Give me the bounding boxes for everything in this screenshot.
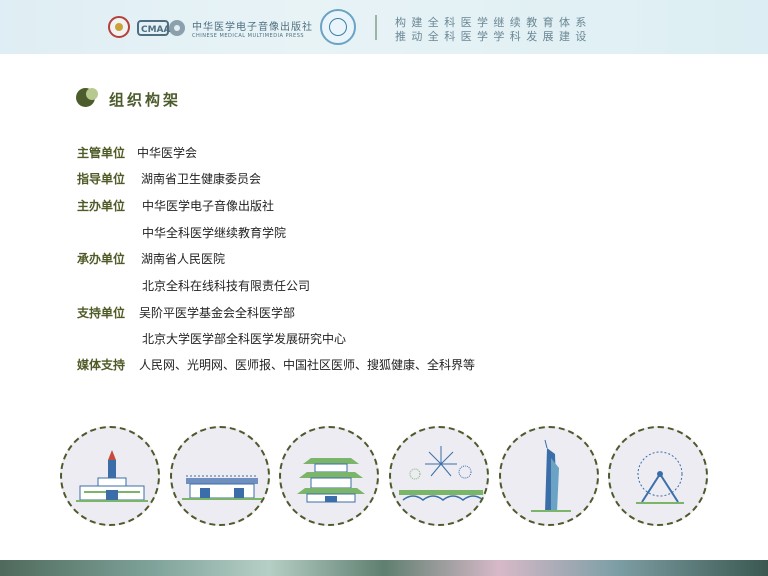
- title-dot-accent-icon: [86, 88, 98, 100]
- station-building-icon: [170, 426, 270, 526]
- header-banner: CMAA 中华医学电子音像出版社 CHINESE MEDICAL MULTIME…: [0, 0, 768, 54]
- college-seal-icon: [320, 9, 356, 45]
- org-row-host: 主办单位 中华医学电子音像出版社: [77, 197, 274, 214]
- org-row-supervisor: 主管单位 中华医学会: [77, 144, 197, 161]
- pavilion-icon: [279, 426, 379, 526]
- org-value-host-2: 中华全科医学继续教育学院: [142, 226, 287, 240]
- tower-hall-icon: [60, 426, 160, 526]
- org-label: 支持单位: [77, 306, 126, 320]
- org-row-guidance: 指导单位 湖南省卫生健康委员会: [77, 170, 261, 187]
- skyscraper-icon: [499, 426, 599, 526]
- org-value-support-2: 北京大学医学部全科医学发展研究中心: [142, 332, 347, 346]
- publisher-name: 中华医学电子音像出版社: [192, 22, 313, 33]
- org-value: 湖南省卫生健康委员会: [141, 172, 262, 186]
- cma-emblem-icon: [108, 16, 130, 38]
- slogan-line-2: 推动全科医学学科发展建设: [395, 30, 592, 43]
- org-row-organizer: 承办单位 湖南省人民医院: [77, 250, 225, 267]
- header-divider: [375, 15, 377, 40]
- footer-landscape-strip: [0, 560, 768, 576]
- org-value: 中华医学电子音像出版社: [142, 199, 275, 213]
- landmark-icons: [60, 426, 710, 530]
- publisher-name-en: CHINESE MEDICAL MULTIMEDIA PRESS: [192, 33, 305, 39]
- org-value: 吴阶平医学基金会全科医学部: [139, 306, 296, 320]
- org-row-media: 媒体支持 人民网、光明网、医师报、中国社区医师、搜狐健康、全科界等: [77, 356, 475, 373]
- org-label: 指导单位: [77, 172, 126, 186]
- cmaa-logo-icon: CMAA: [137, 20, 185, 36]
- org-value: 人民网、光明网、医师报、中国社区医师、搜狐健康、全科界等: [139, 358, 476, 372]
- org-value-organizer-2: 北京全科在线科技有限责任公司: [142, 279, 311, 293]
- org-value: 湖南省人民医院: [141, 252, 226, 266]
- org-value: 中华医学会: [137, 146, 198, 160]
- org-row-support: 支持单位 吴阶平医学基金会全科医学部: [77, 304, 295, 321]
- org-label: 媒体支持: [77, 358, 126, 372]
- fireworks-bridge-icon: [389, 426, 489, 526]
- section-title: 组织构架: [109, 91, 182, 109]
- svg-text:CMAA: CMAA: [141, 25, 171, 35]
- org-label: 主管单位: [77, 146, 126, 160]
- org-label: 主办单位: [77, 199, 126, 213]
- ferris-wheel-icon: [608, 426, 708, 526]
- org-label: 承办单位: [77, 252, 126, 266]
